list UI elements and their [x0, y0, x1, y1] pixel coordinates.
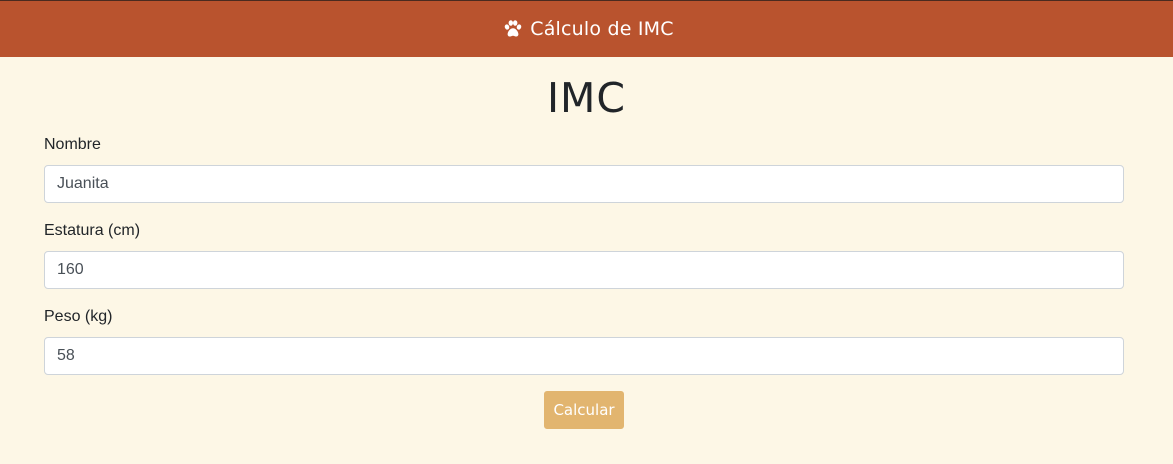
weight-input[interactable]	[44, 337, 1124, 375]
page-title: IMC	[546, 74, 627, 122]
navbar-brand-text: Cálculo de IMC	[530, 18, 674, 40]
name-label: Nombre	[44, 136, 101, 153]
navbar: Cálculo de IMC	[0, 0, 1173, 57]
navbar-brand[interactable]: Cálculo de IMC	[503, 18, 674, 40]
name-input[interactable]	[44, 165, 1124, 203]
calculate-button[interactable]: Calcular	[544, 391, 624, 429]
paw-icon	[504, 20, 522, 37]
weight-label: Peso (kg)	[44, 308, 113, 325]
height-label: Estatura (cm)	[44, 222, 141, 239]
height-input[interactable]	[44, 251, 1124, 289]
